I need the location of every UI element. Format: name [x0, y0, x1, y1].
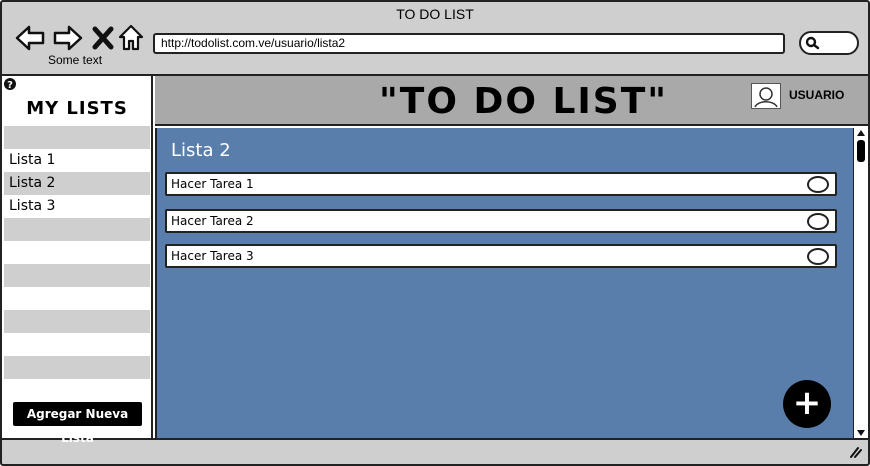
task-label: Hacer Tarea 1: [171, 177, 254, 191]
vertical-scrollbar[interactable]: [853, 128, 868, 438]
forward-arrow-icon[interactable]: [52, 24, 84, 52]
url-input[interactable]: http://todolist.com.ve/usuario/lista2: [153, 33, 785, 54]
list-menu: Lista 1 Lista 2 Lista 3: [4, 126, 150, 379]
sidebar-item-lista-2[interactable]: Lista 2: [4, 172, 150, 195]
task-checkbox[interactable]: [807, 248, 829, 265]
page-title: "TO DO LIST": [379, 81, 669, 122]
menu-spacer: [4, 126, 150, 149]
help-icon[interactable]: ?: [3, 77, 17, 91]
status-bar: [2, 442, 868, 464]
browser-window: TO DO LIST Some text http://todolist.com…: [0, 0, 870, 466]
empty-row: [4, 218, 150, 241]
scroll-down-icon[interactable]: [856, 429, 866, 437]
scroll-thumb[interactable]: [857, 140, 865, 162]
nav-caption: Some text: [48, 53, 103, 67]
list-title: Lista 2: [171, 140, 231, 161]
empty-row: [4, 287, 150, 310]
list-panel: Lista 2 Hacer Tarea 1 Hacer Tarea 2 Hace…: [155, 128, 853, 438]
empty-row: [4, 241, 150, 264]
empty-row: [4, 264, 150, 287]
empty-row: [4, 310, 150, 333]
task-checkbox[interactable]: [807, 213, 829, 230]
scroll-up-icon[interactable]: [856, 129, 866, 137]
sidebar-title: MY LISTS: [26, 98, 128, 119]
close-icon[interactable]: [92, 24, 114, 52]
main-header: "TO DO LIST" USUARIO: [155, 76, 868, 126]
empty-row: [4, 356, 150, 379]
task-checkbox[interactable]: [807, 176, 829, 193]
home-icon[interactable]: [118, 24, 144, 52]
resize-grip-icon[interactable]: [848, 446, 862, 458]
user-avatar-icon[interactable]: [751, 83, 781, 109]
empty-row: [4, 333, 150, 356]
search-icon: [805, 36, 820, 50]
task-item[interactable]: Hacer Tarea 2: [165, 209, 837, 233]
back-arrow-icon[interactable]: [14, 24, 46, 52]
user-name[interactable]: USUARIO: [789, 88, 844, 102]
sidebar: ? MY LISTS Lista 1 Lista 2 Lista 3 Agreg…: [2, 76, 153, 445]
main-area: "TO DO LIST" USUARIO Lista 2 Hacer Tarea…: [155, 76, 868, 438]
task-item[interactable]: Hacer Tarea 3: [165, 244, 837, 268]
task-label: Hacer Tarea 2: [171, 214, 254, 228]
user-avatar-icon: [754, 87, 778, 108]
sidebar-item-lista-3[interactable]: Lista 3: [4, 195, 150, 218]
add-list-button[interactable]: Agregar Nueva Lista: [13, 402, 142, 445]
sidebar-item-lista-1[interactable]: Lista 1: [4, 149, 150, 172]
task-label: Hacer Tarea 3: [171, 249, 254, 263]
svg-text:?: ?: [7, 80, 13, 91]
page-content: ? MY LISTS Lista 1 Lista 2 Lista 3 Agreg…: [2, 74, 868, 445]
add-task-button[interactable]: +: [783, 380, 831, 428]
window-title: TO DO LIST: [396, 6, 474, 22]
task-item[interactable]: Hacer Tarea 1: [165, 172, 837, 196]
search-button[interactable]: [799, 31, 859, 55]
